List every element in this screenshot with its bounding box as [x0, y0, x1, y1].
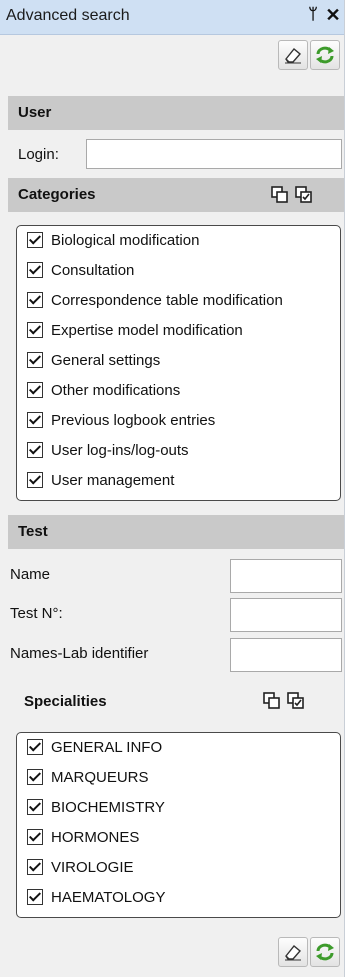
specialities-select-all-icon[interactable]	[263, 692, 281, 714]
test-no-label: Test N°:	[10, 605, 63, 622]
login-field[interactable]	[86, 139, 342, 169]
speciality-item[interactable]: VIROLOGIE	[27, 855, 347, 879]
clear-button-bottom[interactable]	[278, 937, 308, 967]
checkbox[interactable]	[27, 412, 43, 428]
specialities-heading: Specialities	[24, 693, 107, 710]
categories-list: Biological modification Consultation Cor…	[16, 225, 341, 501]
checkbox[interactable]	[27, 322, 43, 338]
category-item[interactable]: General settings	[27, 348, 347, 372]
speciality-item[interactable]: GENERAL INFO	[27, 735, 347, 759]
checkbox[interactable]	[27, 292, 43, 308]
login-label: Login:	[18, 146, 59, 163]
refresh-icon	[316, 46, 334, 64]
refresh-icon	[316, 943, 334, 961]
names-lab-label: Names-Lab identifier	[10, 645, 149, 662]
category-item[interactable]: Other modifications	[27, 378, 347, 402]
category-item[interactable]: Biological modification	[27, 228, 347, 252]
checkbox[interactable]	[27, 769, 43, 785]
speciality-item[interactable]: MARQUEURS	[27, 765, 347, 789]
panel-titlebar: Advanced search ᛘ ✕	[0, 0, 344, 35]
test-section-header: Test	[8, 515, 344, 549]
advanced-search-panel: Advanced search ᛘ ✕ User Login: Categori…	[0, 0, 345, 977]
checkbox[interactable]	[27, 382, 43, 398]
category-item[interactable]: Consultation	[27, 258, 347, 282]
categories-check-all-icon[interactable]	[295, 186, 313, 208]
specialities-list: GENERAL INFO MARQUEURS BIOCHEMISTRY HORM…	[16, 732, 341, 918]
categories-section-header: Categories	[8, 178, 344, 212]
names-lab-field[interactable]	[230, 638, 342, 672]
user-heading: User	[18, 104, 52, 121]
name-field[interactable]	[230, 559, 342, 593]
categories-toggle-icons	[271, 186, 313, 208]
eraser-icon	[285, 48, 301, 64]
checkbox[interactable]	[27, 472, 43, 488]
checkbox[interactable]	[27, 889, 43, 905]
test-no-field[interactable]	[230, 598, 342, 632]
user-section-header: User	[8, 96, 344, 130]
pin-icon[interactable]: ᛘ	[305, 6, 321, 24]
refresh-button-bottom[interactable]	[310, 937, 340, 967]
category-item[interactable]: Expertise model modification	[27, 318, 347, 342]
test-heading: Test	[18, 523, 48, 540]
checkbox[interactable]	[27, 859, 43, 875]
categories-select-all-icon[interactable]	[271, 186, 289, 208]
categories-heading: Categories	[18, 186, 96, 203]
checkbox[interactable]	[27, 739, 43, 755]
name-label: Name	[10, 566, 51, 583]
checkbox[interactable]	[27, 262, 43, 278]
checkbox[interactable]	[27, 829, 43, 845]
clear-button-top[interactable]	[278, 40, 308, 70]
speciality-item[interactable]: HAEMATOLOGY	[27, 885, 347, 909]
refresh-button-top[interactable]	[310, 40, 340, 70]
speciality-item[interactable]: HORMONES	[27, 825, 347, 849]
category-item[interactable]: Previous logbook entries	[27, 408, 347, 432]
category-item[interactable]: Correspondence table modification	[27, 288, 347, 312]
category-item[interactable]: User management	[27, 468, 347, 492]
checkbox[interactable]	[27, 352, 43, 368]
panel-title: Advanced search	[6, 7, 130, 24]
checkbox[interactable]	[27, 799, 43, 815]
checkbox[interactable]	[27, 442, 43, 458]
specialities-toggle-icons	[263, 692, 305, 714]
speciality-item[interactable]: BIOCHEMISTRY	[27, 795, 347, 819]
category-item[interactable]: User log-ins/log-outs	[27, 438, 347, 462]
eraser-icon	[285, 945, 301, 961]
close-icon[interactable]: ✕	[325, 5, 341, 26]
checkbox[interactable]	[27, 232, 43, 248]
specialities-check-all-icon[interactable]	[287, 692, 305, 714]
